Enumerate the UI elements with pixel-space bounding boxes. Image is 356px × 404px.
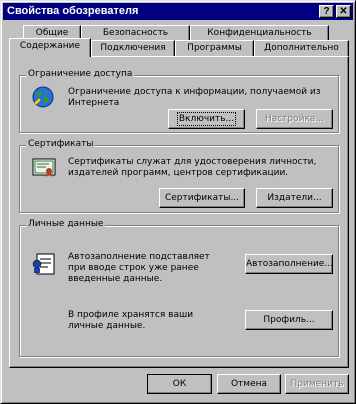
publishers-button-label: Издатели... xyxy=(267,193,322,203)
certificates-description: Сертификаты служат для удостоверения лич… xyxy=(68,157,317,178)
tab-content[interactable]: Содержание xyxy=(9,38,91,57)
personal-info-legend: Личные данные xyxy=(26,219,106,229)
profile-button[interactable]: Профиль... xyxy=(245,310,333,330)
tab-programs-label: Программы xyxy=(187,43,242,53)
autocomplete-description: Автозаполнение подставляет при вводе стр… xyxy=(68,252,210,284)
profile-button-label: Профиль... xyxy=(263,315,315,325)
tab-general-label: Общие xyxy=(35,28,69,38)
publishers-button[interactable]: Издатели... xyxy=(256,188,333,208)
globe-icon xyxy=(32,86,54,108)
cancel-button[interactable]: Отмена xyxy=(217,374,281,394)
tab-security-label: Безопасность xyxy=(102,28,169,38)
title-bar[interactable]: Свойства обозревателя ? ✕ xyxy=(3,3,353,20)
cancel-button-label: Отмена xyxy=(230,379,268,389)
enable-button-label: Включить... xyxy=(176,112,237,126)
personal-info-group: Личные данные Автозаполнение подставляет… xyxy=(19,219,339,357)
content-advisor-legend: Ограничение доступа xyxy=(26,69,135,79)
close-icon[interactable]: ✕ xyxy=(336,5,351,18)
help-icon[interactable]: ? xyxy=(319,5,334,18)
apply-button-label: Применить xyxy=(290,379,344,389)
profile-description: В профиле хранятся ваши личные данные. xyxy=(68,310,194,331)
tab-programs[interactable]: Программы xyxy=(175,40,254,57)
autocomplete-card-icon xyxy=(32,253,55,275)
ok-button-label: ОК xyxy=(172,379,187,389)
tab-content-label: Содержание xyxy=(19,41,81,51)
tab-connections[interactable]: Подключения xyxy=(91,40,175,57)
content-advisor-group: Ограничение доступа Ограничение доступа … xyxy=(19,69,339,133)
certificates-button[interactable]: Сертификаты... xyxy=(159,188,245,208)
certificates-legend: Сертификаты xyxy=(26,139,96,149)
tab-advanced-label: Дополнительно xyxy=(264,43,339,53)
apply-button[interactable]: Применить xyxy=(285,374,349,394)
window-title: Свойства обозревателя xyxy=(7,5,139,17)
internet-options-dialog: Свойства обозревателя ? ✕ Общие Безопасн… xyxy=(0,0,356,404)
tab-connections-label: Подключения xyxy=(100,43,166,53)
autocomplete-button-label: Автозаполнение... xyxy=(246,259,333,269)
settings-button[interactable]: Настройка... xyxy=(256,109,333,129)
autocomplete-button[interactable]: Автозаполнение... xyxy=(245,254,333,274)
ok-button[interactable]: ОК xyxy=(147,374,212,394)
tab-advanced[interactable]: Дополнительно xyxy=(254,40,349,57)
tab-privacy-label: Конфиденциальность xyxy=(207,28,312,38)
certificates-group: Сертификаты Сертификаты служат для удост… xyxy=(19,139,339,213)
content-tab-panel: Ограничение доступа Ограничение доступа … xyxy=(9,56,349,368)
certificates-button-label: Сертификаты... xyxy=(164,193,240,203)
certificate-icon xyxy=(32,158,56,177)
content-advisor-description: Ограничение доступа к информации, получа… xyxy=(68,87,321,108)
enable-button[interactable]: Включить... xyxy=(168,109,245,129)
settings-button-label: Настройка... xyxy=(264,114,325,124)
